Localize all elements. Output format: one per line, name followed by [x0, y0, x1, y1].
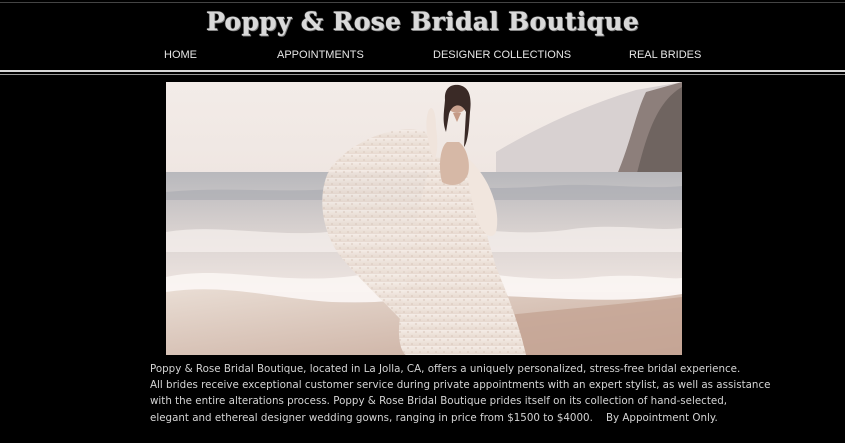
- header-divider: [0, 70, 845, 72]
- description-line: elegant and ethereal designer wedding go…: [150, 411, 718, 424]
- site-title[interactable]: Poppy & Rose Bridal Boutique: [0, 7, 845, 36]
- description-line: with the entire alterations process. Pop…: [150, 395, 728, 408]
- nav-item-home[interactable]: HOME: [164, 49, 197, 61]
- header-top-line: [0, 2, 845, 3]
- boutique-description: Poppy & Rose Bridal Boutique, located in…: [150, 361, 771, 426]
- hero-image: [166, 82, 682, 355]
- description-line: All brides receive exceptional customer …: [150, 379, 771, 392]
- header-divider-thin: [0, 74, 845, 75]
- bride-on-beach-photo: [166, 82, 682, 355]
- description-line: Poppy & Rose Bridal Boutique, located in…: [150, 363, 741, 375]
- site-header: Poppy & Rose Bridal Boutique HOME APPOIN…: [0, 0, 845, 76]
- page: Poppy & Rose Bridal Boutique HOME APPOIN…: [0, 0, 845, 443]
- main-nav: HOME APPOINTMENTS DESIGNER COLLECTIONS R…: [0, 46, 845, 66]
- nav-item-appointments[interactable]: APPOINTMENTS: [277, 49, 364, 61]
- nav-item-designer-collections[interactable]: DESIGNER COLLECTIONS: [433, 49, 571, 61]
- nav-item-real-brides[interactable]: REAL BRIDES: [629, 49, 701, 61]
